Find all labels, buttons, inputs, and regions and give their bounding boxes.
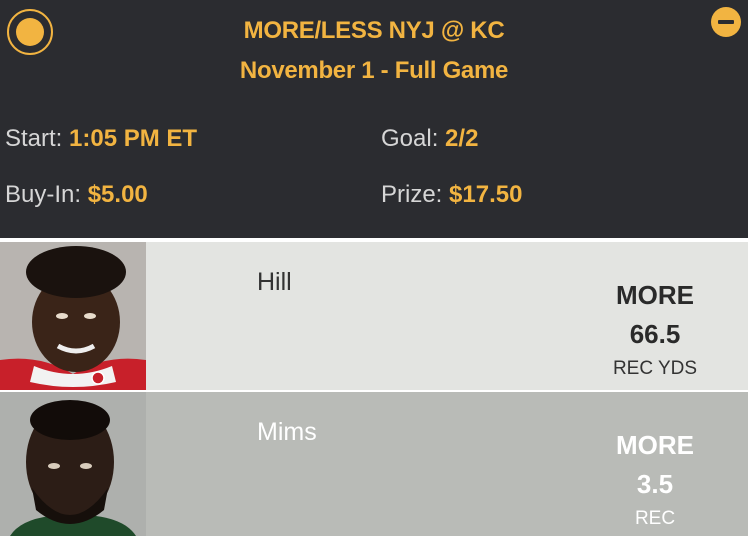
player-name: Hill [257,268,292,296]
start-info: Start: 1:05 PM ET [5,125,197,153]
player-photo-mims [0,392,146,536]
buyin-info: Buy-In: $5.00 [5,181,148,209]
start-label: Start: [5,125,63,152]
contest-title: MORE/LESS NYJ @ KC [243,17,505,44]
contest-subtitle: November 1 - Full Game [239,57,509,84]
pick-row-mims[interactable]: Mims MORE 3.5 REC [0,392,748,536]
prize-label: Prize: [381,181,443,208]
start-value: 1:05 PM ET [69,125,198,152]
player-name: Mims [257,418,317,446]
pick-direction: MORE [616,430,694,460]
pick-line: 66.5 [629,319,681,349]
prize-value: $17.50 [449,181,523,208]
player-photo-hill [0,242,146,390]
pick-line: 3.5 [636,469,674,499]
goal-label: Goal: [381,125,439,152]
goal-info: Goal: 2/2 [381,125,478,153]
pick-stat: REC [634,508,676,529]
pick-stat: REC YDS [612,358,698,379]
goal-value: 2/2 [445,125,479,152]
buyin-label: Buy-In: [5,181,82,208]
buyin-value: $5.00 [87,181,148,208]
pick-row-hill[interactable]: Hill MORE 66.5 REC YDS [0,242,748,390]
prize-info: Prize: $17.50 [381,181,522,209]
pick-direction: MORE [616,280,694,310]
contest-header: MORE/LESS NYJ @ KC November 1 - Full Gam… [0,0,748,238]
